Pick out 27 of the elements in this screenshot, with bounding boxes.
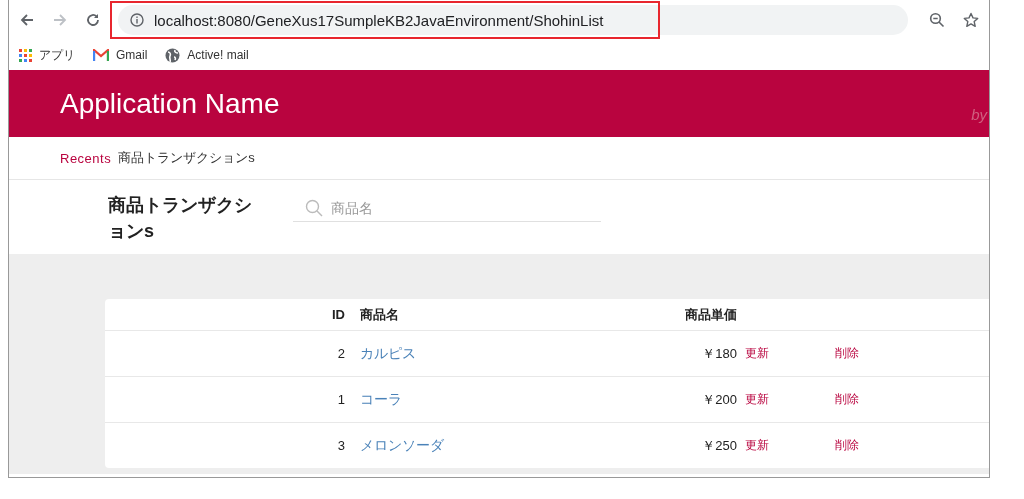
delete-link[interactable]: 削除 xyxy=(835,346,859,360)
bookmark-link[interactable]: Gmail xyxy=(116,48,148,62)
product-link[interactable]: コーラ xyxy=(360,390,402,407)
page-title: 商品トランザクションs xyxy=(108,194,253,243)
breadcrumb-link[interactable]: Recents xyxy=(60,150,112,166)
app-name: Application Name xyxy=(60,87,280,120)
delete-link[interactable]: 削除 xyxy=(835,392,859,406)
table-cell: ￥180 xyxy=(702,345,737,361)
table-cell: ￥250 xyxy=(702,437,737,453)
breadcrumb-current: 商品トランザクションs xyxy=(118,149,255,167)
product-link[interactable]: メロンソーダ xyxy=(360,436,444,453)
product-link[interactable]: カルピス xyxy=(360,344,416,361)
column-header: 商品単価 xyxy=(685,306,737,322)
update-link[interactable]: 更新 xyxy=(745,392,769,406)
bookmark-link[interactable]: アプリ xyxy=(39,46,75,64)
column-header: ID xyxy=(332,307,345,322)
bookmark-link[interactable]: Active! mail xyxy=(187,48,249,62)
byline-text: by xyxy=(971,106,987,123)
delete-link[interactable]: 削除 xyxy=(835,438,859,452)
table-cell: 3 xyxy=(337,438,345,453)
table-cell: 1 xyxy=(337,392,345,407)
update-link[interactable]: 更新 xyxy=(745,438,769,452)
table-cell: ￥200 xyxy=(702,391,737,407)
column-header: 商品名 xyxy=(360,306,399,322)
update-link[interactable]: 更新 xyxy=(745,346,769,360)
table-cell: 2 xyxy=(337,346,345,361)
url-text: localhost:8080/GeneXus17SumpleKB2JavaEnvironment/ShohinList xyxy=(154,11,604,29)
